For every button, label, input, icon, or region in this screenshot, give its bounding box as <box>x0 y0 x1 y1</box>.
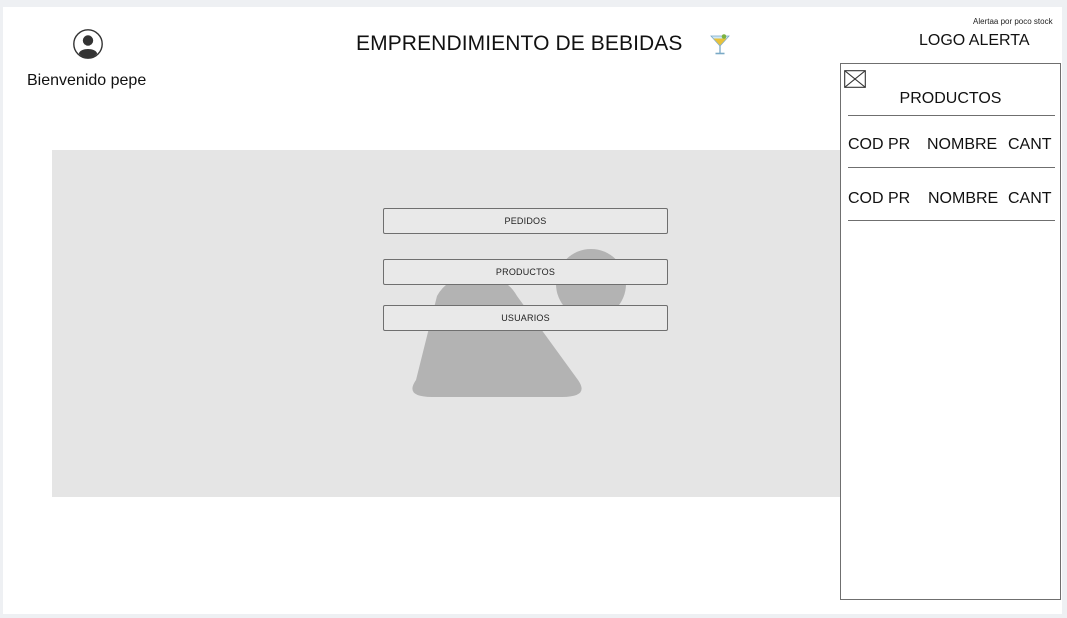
welcome-text: Bienvenido pepe <box>27 72 147 89</box>
pedidos-button[interactable]: PEDIDOS <box>383 208 668 234</box>
low-stock-alert-note: Alertaa por poco stock <box>973 17 1053 26</box>
usuarios-button[interactable]: USUARIOS <box>383 305 668 331</box>
product-row[interactable]: COD PR NOMBRE CANT <box>848 167 1055 221</box>
logo-alert[interactable]: LOGO ALERTA <box>919 32 1030 50</box>
product-name: NOMBRE <box>927 136 998 153</box>
product-code: COD PR <box>848 136 911 153</box>
low-stock-panel: PRODUCTOS COD PR NOMBRE CANT COD PR NOMB… <box>840 63 1061 600</box>
product-qty: CANT <box>1008 136 1052 153</box>
product-row[interactable]: COD PR NOMBRE CANT <box>848 115 1055 167</box>
user-avatar-icon[interactable] <box>73 29 103 59</box>
productos-button[interactable]: PRODUCTOS <box>383 259 668 285</box>
page-title: EMPRENDIMIENTO DE BEBIDAS <box>356 32 683 55</box>
cocktail-glass-icon <box>710 34 730 55</box>
main-content-area: PEDIDOS PRODUCTOS USUARIOS <box>52 150 842 497</box>
panel-title: PRODUCTOS <box>899 90 1002 107</box>
product-code: COD PR <box>848 190 911 207</box>
product-name: NOMBRE <box>928 190 999 207</box>
close-box-icon[interactable] <box>844 70 866 88</box>
product-qty: CANT <box>1008 190 1052 207</box>
